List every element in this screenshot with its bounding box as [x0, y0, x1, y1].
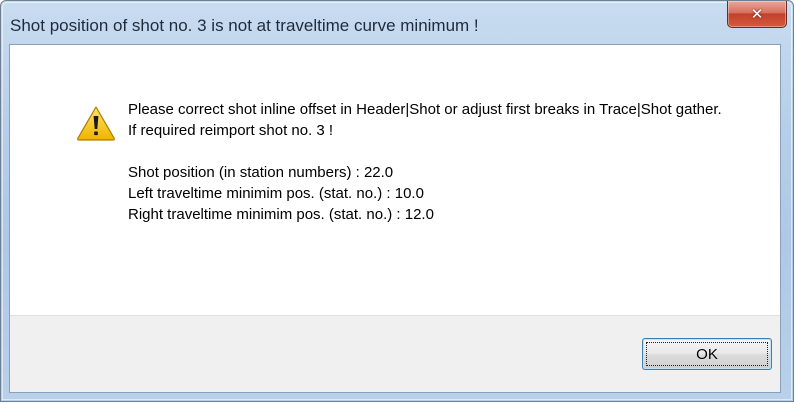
message-line: Right traveltime minimim pos. (stat. no.…: [128, 206, 434, 223]
close-button[interactable]: ✕: [727, 1, 787, 28]
message-line: Shot position (in station numbers) : 22.…: [128, 164, 394, 181]
message-line: If required reimport shot no. 3 !: [128, 122, 334, 139]
dialog-client-area: Please correct shot inline offset in Hea…: [9, 44, 781, 393]
message-line: Left traveltime minimim pos. (stat. no.)…: [128, 185, 424, 202]
close-icon: ✕: [750, 4, 764, 23]
message-dialog: Shot position of shot no. 3 is not at tr…: [0, 0, 794, 402]
button-bar: OK: [10, 315, 780, 392]
message-text: Please correct shot inline offset in Hea…: [128, 99, 758, 225]
warning-icon: [77, 106, 115, 141]
dialog-title: Shot position of shot no. 3 is not at tr…: [10, 16, 479, 35]
title-bar[interactable]: Shot position of shot no. 3 is not at tr…: [1, 1, 793, 45]
message-line: Please correct shot inline offset in Hea…: [128, 101, 722, 118]
message-area: Please correct shot inline offset in Hea…: [10, 45, 780, 317]
ok-button-label: OK: [696, 345, 718, 363]
ok-button[interactable]: OK: [642, 338, 772, 370]
